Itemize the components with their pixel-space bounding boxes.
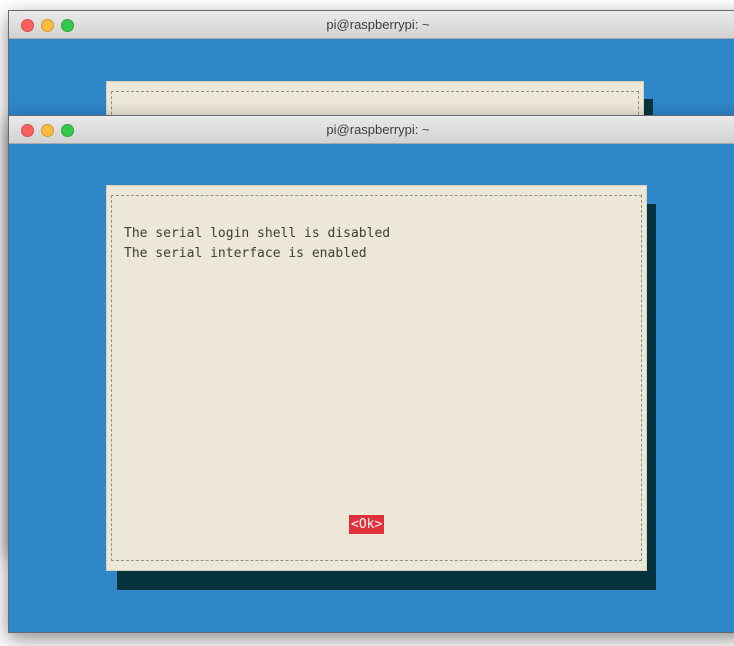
back-window-title: pi@raspberrypi: ~ — [326, 17, 430, 32]
front-window-title: pi@raspberrypi: ~ — [326, 122, 430, 137]
front-terminal-window[interactable]: pi@raspberrypi: ~ The serial login shell… — [8, 115, 734, 633]
dialog-message: The serial login shell is disabled The se… — [124, 224, 390, 264]
ok-button[interactable]: <Ok> — [349, 515, 385, 534]
dialog-line-2: The serial interface is enabled — [124, 246, 367, 261]
back-window-titlebar[interactable]: pi@raspberrypi: ~ — [9, 11, 734, 39]
message-dialog: The serial login shell is disabled The se… — [106, 185, 647, 571]
front-window-titlebar[interactable]: pi@raspberrypi: ~ — [9, 116, 734, 144]
dialog-line-1: The serial login shell is disabled — [124, 226, 391, 241]
front-terminal-area: The serial login shell is disabled The se… — [9, 144, 734, 632]
